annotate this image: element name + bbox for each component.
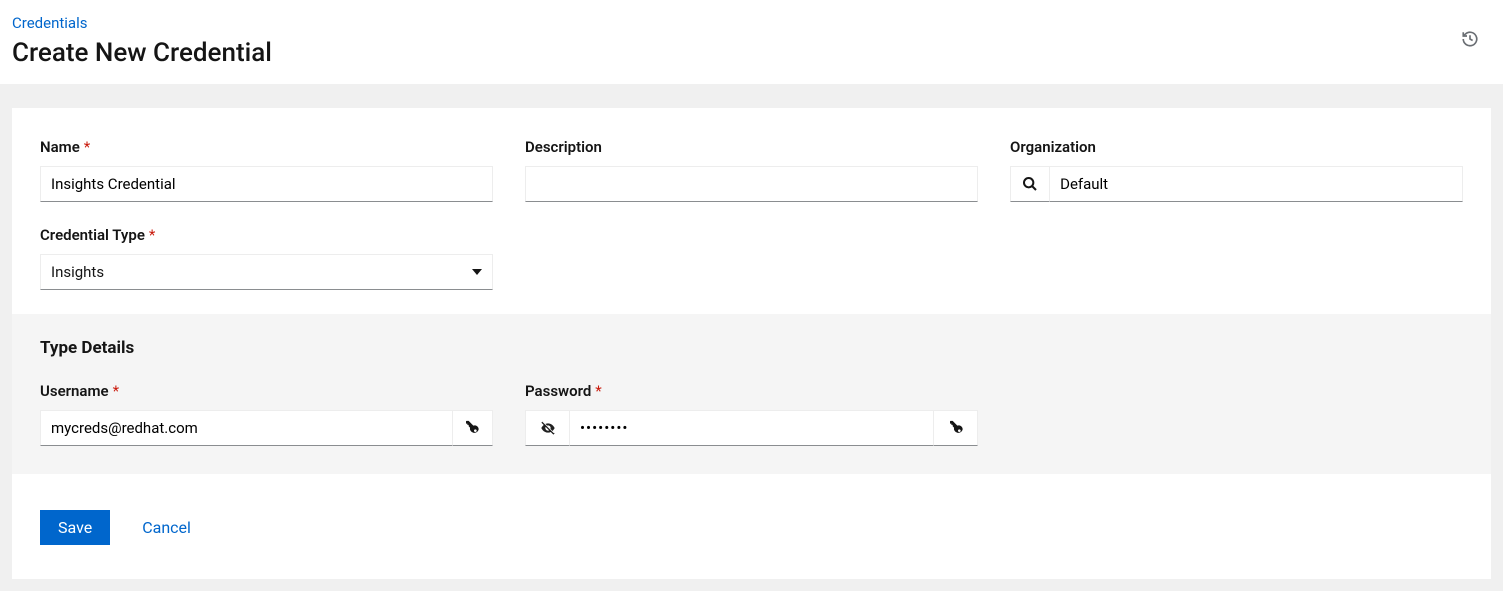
eye-slash-icon — [540, 420, 556, 436]
username-label: Username* — [40, 382, 493, 400]
organization-input[interactable] — [1050, 166, 1463, 202]
form-body: Name* Description Organization — [0, 84, 1503, 591]
history-icon[interactable] — [1461, 30, 1479, 52]
form-footer: Save Cancel — [12, 474, 1491, 579]
description-label: Description — [525, 138, 978, 156]
password-key-button[interactable] — [934, 410, 978, 446]
chevron-down-icon — [472, 269, 482, 275]
description-input[interactable] — [525, 166, 978, 202]
save-button[interactable]: Save — [40, 510, 110, 545]
cancel-button[interactable]: Cancel — [142, 518, 191, 537]
credential-type-value: Insights — [51, 263, 104, 281]
key-icon — [464, 420, 480, 436]
password-label: Password* — [525, 382, 978, 400]
page-header: Credentials Create New Credential — [0, 0, 1503, 84]
breadcrumb[interactable]: Credentials — [12, 14, 87, 32]
password-visibility-toggle[interactable] — [525, 410, 569, 446]
form-row-2: Credential Type* Insights — [12, 226, 1491, 314]
password-input[interactable] — [569, 410, 934, 446]
page-title: Create New Credential — [12, 38, 1461, 68]
type-details-section: Type Details Username* — [12, 314, 1491, 474]
credential-type-select[interactable]: Insights — [40, 254, 493, 290]
type-details-heading: Type Details — [40, 338, 1463, 358]
search-icon — [1022, 176, 1038, 192]
key-icon — [948, 420, 964, 436]
name-label: Name* — [40, 138, 493, 156]
username-input[interactable] — [40, 410, 453, 446]
organization-label: Organization — [1010, 138, 1463, 156]
form-row-1: Name* Description Organization — [12, 108, 1491, 226]
name-input[interactable] — [40, 166, 493, 202]
credential-type-label: Credential Type* — [40, 226, 493, 244]
username-key-button[interactable] — [453, 410, 493, 446]
organization-search-button[interactable] — [1010, 166, 1050, 202]
